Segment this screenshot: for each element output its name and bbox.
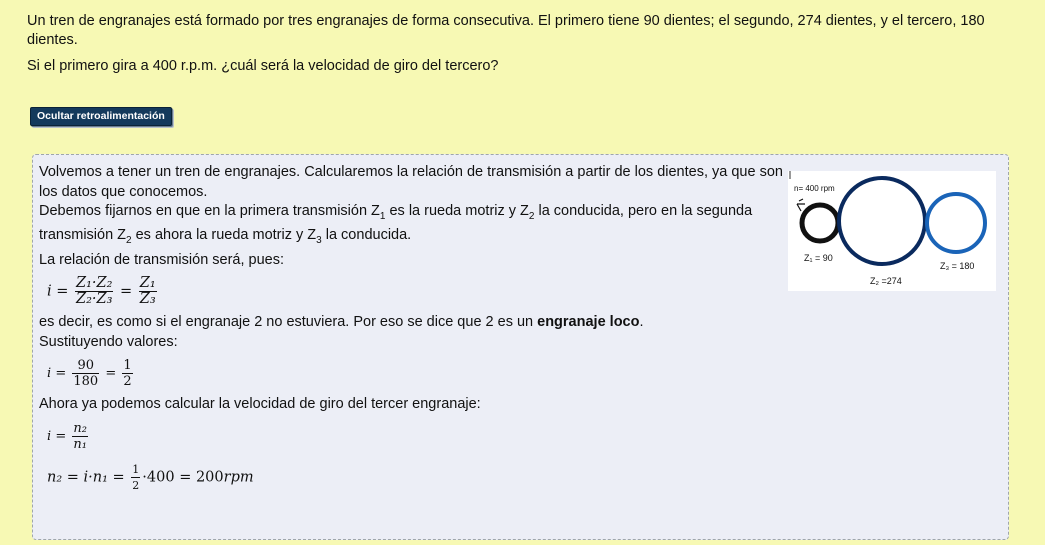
formula-symbol: i	[47, 366, 52, 382]
question-prompt: Si el primero gira a 400 r.p.m. ¿cuál se…	[27, 58, 499, 74]
formula-equals: =	[56, 283, 69, 300]
gear-train-figure: n= 400 rpm Z₁ = 90 Z₂ =274 Z₃ = 180	[788, 171, 996, 291]
fraction: 12	[131, 462, 141, 493]
question-statement: Un tren de engranajes está formado por t…	[27, 13, 985, 48]
rotation-arrow-icon	[796, 198, 805, 212]
feedback-panel: Volvemos a tener un tren de engranajes. …	[32, 154, 1009, 540]
gear-z3	[925, 192, 987, 254]
formula-equals: =	[105, 366, 117, 382]
formula-transmission-ratio: i = Z₁·Z₂ Z₂·Z₃ = Z₁ Z₃	[47, 276, 784, 307]
denominator: 180	[73, 374, 99, 390]
rpm-label: n= 400 rpm	[794, 184, 835, 193]
formula-unit: rpm	[223, 469, 254, 486]
fraction: 12	[122, 358, 133, 390]
denominator: Z₃	[139, 291, 156, 308]
idler-gear-term: engranaje loco	[537, 314, 640, 331]
formula-equals: =	[120, 283, 133, 300]
fraction: 90 180	[72, 358, 100, 390]
formula-equals: =	[55, 366, 67, 382]
formula-symbol: i	[47, 428, 52, 444]
formula-symbol: n₂	[47, 469, 63, 486]
relation-intro: La relación de transmisión será, pues:	[39, 251, 285, 268]
feedback-text: Volvemos a tener un tren de engranajes. …	[39, 163, 784, 499]
substitution-intro: Sustituyendo valores:	[39, 333, 178, 350]
text-fragment: .	[639, 314, 644, 331]
gear-z2	[837, 176, 927, 266]
z3-label: Z₃ = 180	[940, 261, 974, 271]
feedback-explanation: Debemos fijarnos en que en la primera tr…	[39, 202, 784, 251]
gear-train-diagram: n= 400 rpm Z₁ = 90 Z₂ =274 Z₃ = 180	[789, 171, 987, 286]
text-fragment: es ahora la rueda motriz y Z	[131, 227, 317, 244]
feedback-intro: Volvemos a tener un tren de engranajes. …	[39, 164, 783, 200]
numerator: Z₁	[138, 275, 157, 293]
denominator: 2	[132, 478, 140, 492]
text-fragment: es la rueda motriz y Z	[385, 203, 529, 219]
question-text: Un tren de engranajes está formado por t…	[27, 12, 1027, 83]
formula-result: n₂ = i·n₁ = 1 2·400 = 200rpm	[47, 462, 784, 493]
numerator: n₂	[72, 420, 88, 437]
formula-middle: = i·n₁ =	[66, 469, 125, 486]
hide-feedback-button[interactable]: Ocultar retroalimentación	[30, 107, 172, 126]
denominator: Z₂·Z₃	[76, 291, 113, 308]
formula-symbol: i	[47, 283, 52, 300]
formula-tail: ·400 = 200	[142, 469, 224, 486]
formula-substitution: i = 90 180 = 12	[47, 358, 784, 389]
fraction: Z₁·Z₂ Z₂·Z₃	[75, 275, 114, 308]
numerator: 1	[122, 358, 133, 375]
text-fragment: es decir, es como si el engranaje 2 no e…	[39, 314, 538, 331]
z1-label: Z₁ = 90	[804, 253, 833, 263]
numerator: 1	[131, 462, 141, 478]
z2-label: Z₂ =274	[870, 276, 902, 286]
fraction: Z₁ Z₃	[138, 275, 157, 308]
numerator: Z₁·Z₂	[75, 275, 114, 293]
speed-intro: Ahora ya podemos calcular la velocidad d…	[39, 396, 481, 413]
numerator: 90	[72, 358, 100, 375]
denominator: 2	[123, 374, 132, 390]
formula-speed-ratio: i = n₂ n₁	[47, 421, 784, 452]
formula-equals: =	[55, 428, 67, 444]
fraction: n₂ n₁	[72, 421, 88, 452]
text-fragment: la conducida.	[321, 227, 412, 244]
text-fragment: Debemos fijarnos en que en la primera tr…	[39, 203, 380, 219]
idler-gear-note: es decir, es como si el engranaje 2 no e…	[39, 313, 784, 333]
gear-z1	[799, 202, 841, 244]
denominator: n₁	[73, 436, 87, 452]
